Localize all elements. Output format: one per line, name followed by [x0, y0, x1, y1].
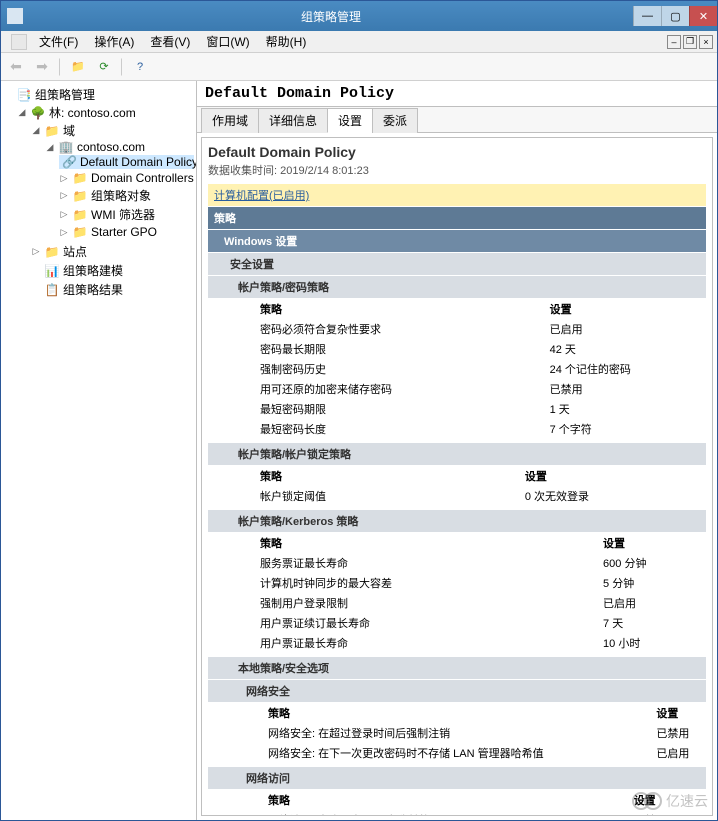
tab-delegation[interactable]: 委派: [372, 108, 418, 133]
table-row: 用可还原的加密来储存密码已禁用: [208, 379, 706, 399]
section-local-security[interactable]: 本地策略/安全选项: [208, 657, 706, 680]
modeling-icon: 📊: [44, 264, 60, 278]
table-row: 强制密码历史24 个记住的密码: [208, 359, 706, 379]
menu-help[interactable]: 帮助(H): [258, 31, 315, 52]
titlebar[interactable]: 组策略管理 — ▢ ✕: [1, 1, 717, 31]
forward-button[interactable]: ➡: [31, 56, 53, 78]
tree-results[interactable]: 📋组策略结果: [31, 280, 194, 299]
table-row: 用户票证续订最长寿命7 天: [208, 613, 706, 633]
ou-icon: 📁: [72, 171, 88, 185]
network-security-table: 策略设置 网络安全: 在超过登录时间后强制注销已禁用 网络安全: 在下一次更改密…: [208, 703, 706, 763]
body-split: 📑组策略管理 ◢🌳林: contoso.com ◢📁域 ◢🏢contoso.co…: [1, 81, 717, 820]
table-row: 强制用户登录限制已启用: [208, 593, 706, 613]
table-row: 帐户锁定阈值0 次无效登录: [208, 486, 706, 506]
console-icon: [11, 34, 27, 50]
tree-forest[interactable]: ◢🌳林: contoso.com ◢📁域 ◢🏢contoso.com 🔗D: [17, 103, 194, 300]
tab-settings[interactable]: 设置: [327, 108, 373, 133]
tree-modeling[interactable]: 📊组策略建模: [31, 261, 194, 280]
settings-report[interactable]: Default Domain Policy 数据收集时间: 2019/2/14 …: [201, 137, 713, 816]
section-kerberos-policy[interactable]: 帐户策略/Kerberos 策略: [208, 510, 706, 533]
mdi-restore-button[interactable]: ❐: [683, 35, 697, 49]
section-lockout-policy[interactable]: 帐户策略/帐户锁定策略: [208, 443, 706, 466]
section-windows-settings[interactable]: Windows 设置: [208, 230, 706, 253]
folder-up-icon: 📁: [71, 60, 85, 73]
filter-icon: 📁: [72, 208, 88, 222]
kerberos-policy-table: 策略设置 服务票证最长寿命600 分钟 计算机时钟同步的最大容差5 分钟 强制用…: [208, 533, 706, 653]
table-row: 计算机时钟同步的最大容差5 分钟: [208, 573, 706, 593]
refresh-icon: ⟳: [99, 60, 108, 73]
section-computer-config[interactable]: 计算机配置(已启用): [208, 184, 706, 207]
section-network-security[interactable]: 网络安全: [208, 680, 706, 703]
close-button[interactable]: ✕: [689, 6, 717, 26]
results-icon: 📋: [44, 283, 60, 297]
help-icon: ?: [137, 61, 143, 73]
tree-gpo-objects[interactable]: ▷📁组策略对象: [59, 186, 194, 205]
mmc-icon: 📑: [16, 88, 32, 102]
tab-details[interactable]: 详细信息: [258, 108, 328, 133]
arrow-right-icon: ➡: [36, 58, 48, 75]
section-policies[interactable]: 策略: [208, 207, 706, 230]
mdi-minimize-button[interactable]: –: [667, 35, 681, 49]
report-collected: 数据收集时间: 2019/2/14 8:01:23: [208, 162, 706, 178]
minimize-button[interactable]: —: [633, 6, 661, 26]
toolbar: ⬅ ➡ 📁 ⟳ ?: [1, 53, 717, 81]
help-button[interactable]: ?: [129, 56, 151, 78]
content-title: Default Domain Policy: [197, 81, 717, 107]
section-security-settings[interactable]: 安全设置: [208, 253, 706, 276]
cloud-icon: [644, 792, 662, 810]
forest-icon: 🌳: [30, 106, 46, 120]
table-row: 网络安全: 在超过登录时间后强制注销已禁用: [208, 723, 706, 743]
arrow-left-icon: ⬅: [10, 58, 22, 75]
tree-wmi[interactable]: ▷📁WMI 筛选器: [59, 205, 194, 224]
window-title: 组策略管理: [29, 8, 633, 25]
report-title: Default Domain Policy: [208, 144, 706, 160]
up-button[interactable]: 📁: [67, 56, 89, 78]
tree-gpo-default[interactable]: 🔗Default Domain Policy: [59, 154, 194, 170]
table-row: 密码最长期限42 天: [208, 339, 706, 359]
folder-icon: 📁: [44, 124, 60, 138]
tree-domains[interactable]: ◢📁域 ◢🏢contoso.com 🔗Default Domain Policy…: [31, 121, 194, 242]
tree-sites[interactable]: ▷📁站点: [31, 242, 194, 261]
watermark: 亿速云: [632, 791, 708, 811]
table-row: 网络安全: 在下一次更改密码时不存储 LAN 管理器哈希值已启用: [208, 743, 706, 763]
separator: [121, 58, 123, 76]
menu-file[interactable]: 文件(F): [31, 31, 86, 52]
table-row: 最短密码长度7 个字符: [208, 419, 706, 439]
table-row: 用户票证最长寿命10 小时: [208, 633, 706, 653]
menu-window[interactable]: 窗口(W): [198, 31, 257, 52]
lockout-policy-table: 策略设置 帐户锁定阈值0 次无效登录: [208, 466, 706, 506]
gpo-link-icon: 🔗: [62, 155, 77, 169]
refresh-button[interactable]: ⟳: [93, 56, 115, 78]
menubar: 文件(F) 操作(A) 查看(V) 窗口(W) 帮助(H) – ❐ ×: [1, 31, 717, 53]
menu-view[interactable]: 查看(V): [142, 31, 198, 52]
sites-icon: 📁: [44, 245, 60, 259]
table-row: 密码必须符合复杂性要求已启用: [208, 319, 706, 339]
separator: [59, 58, 61, 76]
tree-root[interactable]: 📑组策略管理 ◢🌳林: contoso.com ◢📁域 ◢🏢contoso.co…: [3, 85, 194, 301]
tree-pane[interactable]: 📑组策略管理 ◢🌳林: contoso.com ◢📁域 ◢🏢contoso.co…: [1, 81, 197, 820]
window-buttons: — ▢ ✕: [633, 6, 717, 26]
table-row: 服务票证最长寿命600 分钟: [208, 553, 706, 573]
tree-ou-dc[interactable]: ▷📁Domain Controllers: [59, 170, 194, 186]
main-window: 组策略管理 — ▢ ✕ 文件(F) 操作(A) 查看(V) 窗口(W) 帮助(H…: [0, 0, 718, 821]
tabstrip: 作用域 详细信息 设置 委派: [197, 107, 717, 133]
tree-domain[interactable]: ◢🏢contoso.com 🔗Default Domain Policy ▷📁D…: [45, 139, 194, 241]
password-policy-table: 策略设置 密码必须符合复杂性要求已启用 密码最长期限42 天 强制密码历史24 …: [208, 299, 706, 439]
mdi-close-button[interactable]: ×: [699, 35, 713, 49]
folder-icon: 📁: [72, 225, 88, 239]
tab-scope[interactable]: 作用域: [201, 108, 259, 133]
tree-starter[interactable]: ▷📁Starter GPO: [59, 224, 194, 240]
section-network-access[interactable]: 网络访问: [208, 767, 706, 790]
folder-icon: 📁: [72, 189, 88, 203]
app-icon: [7, 8, 23, 24]
section-password-policy[interactable]: 帐户策略/密码策略: [208, 276, 706, 299]
maximize-button[interactable]: ▢: [661, 6, 689, 26]
domain-icon: 🏢: [58, 140, 74, 154]
table-row: 最短密码期限1 天: [208, 399, 706, 419]
back-button[interactable]: ⬅: [5, 56, 27, 78]
menu-action[interactable]: 操作(A): [86, 31, 142, 52]
content-pane: Default Domain Policy 作用域 详细信息 设置 委派 Def…: [197, 81, 717, 820]
